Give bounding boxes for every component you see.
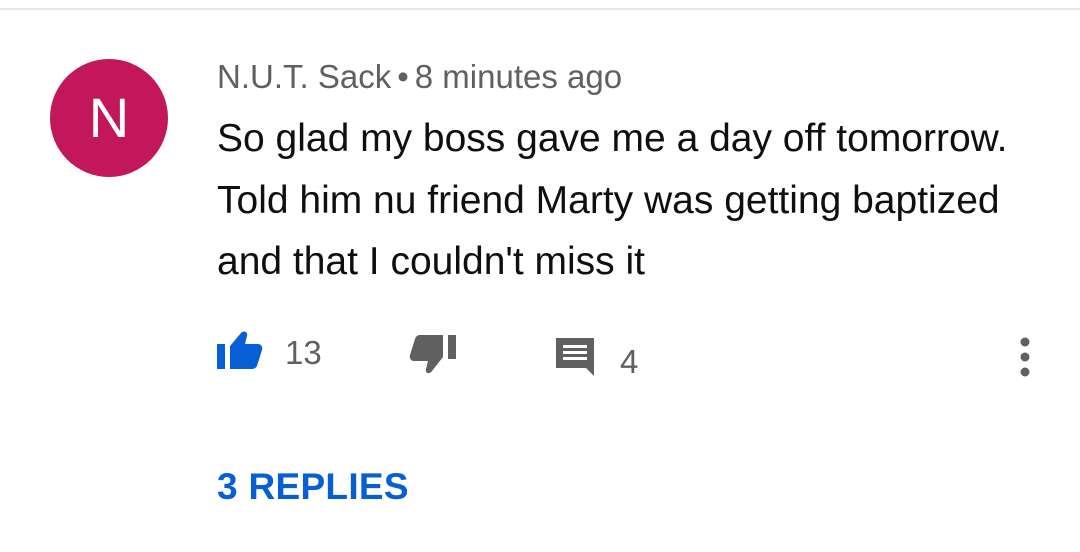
like-button[interactable]: 13 <box>217 330 322 375</box>
author-name[interactable]: N.U.T. Sack <box>217 58 391 95</box>
view-replies-link[interactable]: 3 REPLIES <box>217 466 409 508</box>
avatar[interactable]: N <box>50 59 168 177</box>
more-options-button[interactable] <box>1010 337 1040 377</box>
avatar-letter: N <box>88 86 130 149</box>
more-vert-icon <box>1010 337 1040 381</box>
comment-header: N.U.T. Sack • 8 minutes ago <box>217 58 622 96</box>
reply-count: 4 <box>620 343 639 380</box>
reply-button[interactable]: 4 <box>556 338 638 385</box>
comment-timestamp: 8 minutes ago <box>414 58 623 95</box>
dislike-button[interactable] <box>408 333 456 384</box>
comment-icon <box>556 338 598 385</box>
meta-separator: • <box>397 58 409 95</box>
top-divider <box>0 8 1080 10</box>
comment-text: So glad my boss gave me a day off tomorr… <box>217 117 1008 283</box>
thumbs-down-icon <box>408 333 456 384</box>
thumbs-up-icon <box>217 330 263 375</box>
like-count: 13 <box>285 334 322 371</box>
